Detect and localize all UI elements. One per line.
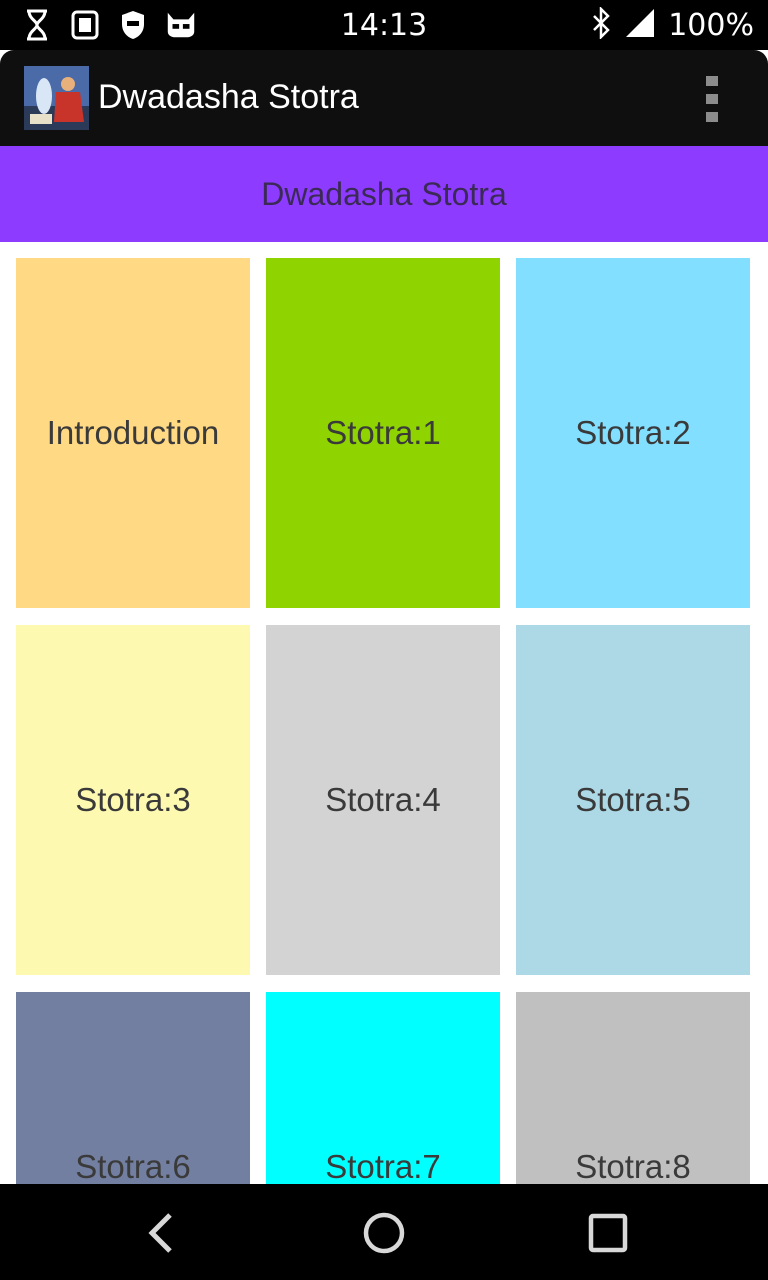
recent-apps-icon[interactable] xyxy=(580,1208,636,1258)
tile-label: Stotra:7 xyxy=(325,1148,441,1184)
tile-label: Stotra:6 xyxy=(75,1148,191,1184)
tile-stotra-7[interactable]: Stotra:7 xyxy=(266,992,500,1184)
home-icon[interactable] xyxy=(356,1208,412,1258)
tile-stotra-3[interactable]: Stotra:3 xyxy=(16,625,250,975)
tile-stotra-4[interactable]: Stotra:4 xyxy=(266,625,500,975)
tile-stotra-5[interactable]: Stotra:5 xyxy=(516,625,750,975)
tile-label: Stotra:3 xyxy=(75,781,191,818)
tile-label: Stotra:1 xyxy=(325,414,441,451)
header-title: Dwadasha Stotra xyxy=(261,175,507,212)
tile-stotra-8[interactable]: Stotra:8 xyxy=(516,992,750,1184)
back-icon[interactable] xyxy=(132,1208,188,1258)
status-bar: 14:13 100% xyxy=(0,0,768,50)
tile-stotra-1[interactable]: Stotra:1 xyxy=(266,258,500,608)
tile-label: Stotra:5 xyxy=(575,781,691,818)
tile-label: Stotra:8 xyxy=(575,1148,691,1184)
battery-level: 100% xyxy=(668,7,754,43)
bluetooth-icon xyxy=(590,5,612,44)
app-logo-image xyxy=(24,66,89,130)
overflow-menu-icon[interactable] xyxy=(696,76,728,122)
signal-icon xyxy=(624,7,656,44)
stotra-grid: Introduction Stotra:1 Stotra:2 Stotra:3 … xyxy=(16,258,750,1184)
app-bar: Dwadasha Stotra xyxy=(0,50,768,146)
tile-stotra-6[interactable]: Stotra:6 xyxy=(16,992,250,1184)
tile-label: Stotra:4 xyxy=(325,781,441,818)
header-banner: Dwadasha Stotra xyxy=(0,146,768,242)
system-icons: 100% xyxy=(590,5,754,44)
tile-label: Stotra:2 xyxy=(575,414,691,451)
navigation-bar xyxy=(0,1184,768,1280)
tile-introduction[interactable]: Introduction xyxy=(16,258,250,608)
tile-stotra-2[interactable]: Stotra:2 xyxy=(516,258,750,608)
app-title: Dwadasha Stotra xyxy=(98,78,359,116)
tile-label: Introduction xyxy=(46,414,220,451)
